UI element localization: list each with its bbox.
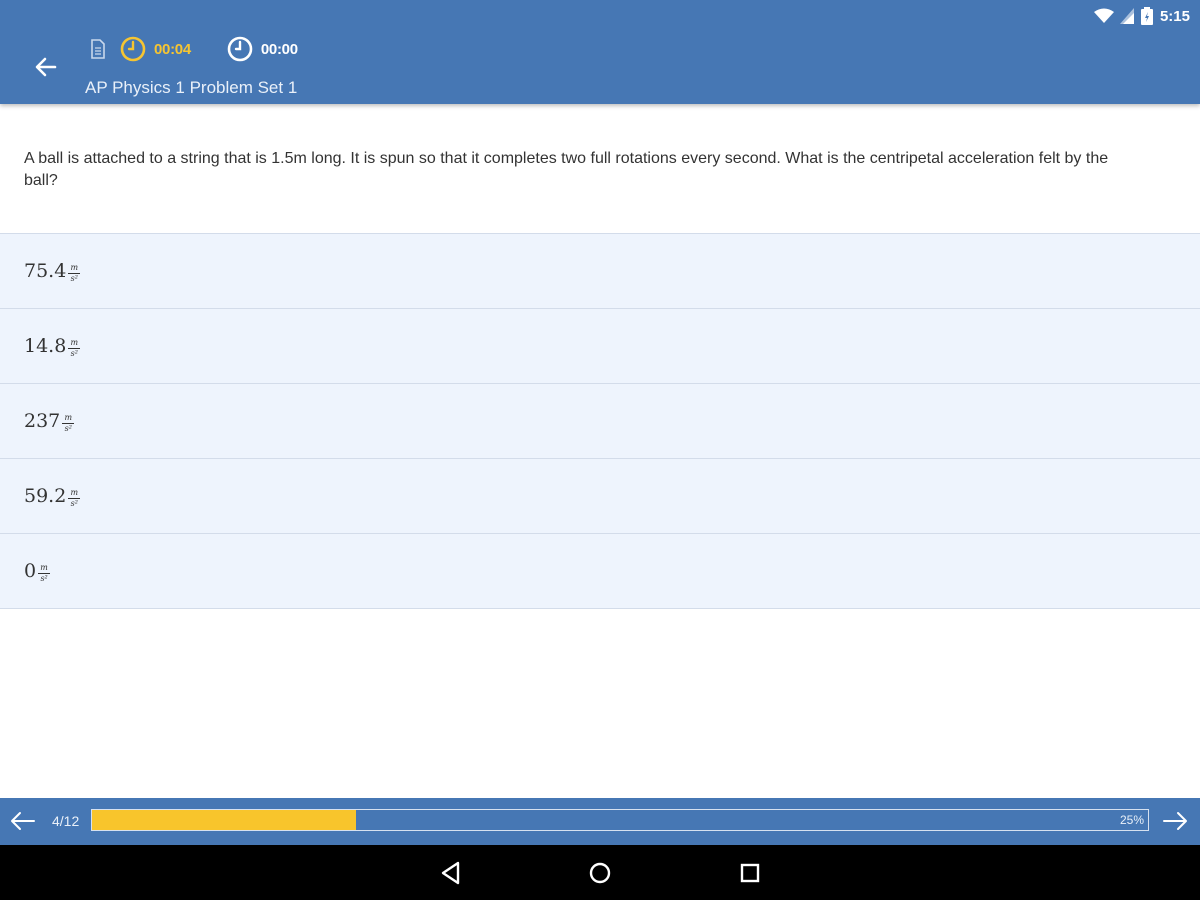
- next-question-button[interactable]: [1160, 808, 1192, 834]
- timer-row: 00:04 00:00: [90, 36, 298, 62]
- unit-numerator: m: [70, 337, 79, 347]
- unit-fraction: m s²: [68, 487, 81, 508]
- unit-numerator: m: [70, 487, 79, 497]
- status-time: 5:15: [1159, 7, 1190, 25]
- nav-back-button[interactable]: [437, 859, 465, 887]
- unit-numerator: m: [64, 412, 73, 422]
- total-timer: 00:00: [227, 36, 298, 62]
- answer-option[interactable]: 0 m s²: [0, 534, 1200, 609]
- answer-value: 75.4: [24, 260, 67, 282]
- unit-denominator: s²: [70, 498, 78, 508]
- progress-footer: 4/12 25%: [0, 798, 1200, 845]
- unit-denominator: s²: [70, 348, 78, 358]
- nav-home-button[interactable]: [586, 859, 614, 887]
- answer-value: 14.8: [24, 335, 67, 357]
- page-title: AP Physics 1 Problem Set 1: [85, 78, 298, 97]
- active-timer-text: 00:04: [154, 40, 191, 58]
- signal-icon: [1119, 8, 1134, 24]
- previous-question-button[interactable]: [8, 808, 40, 834]
- unit-denominator: s²: [64, 423, 72, 433]
- nav-recents-button[interactable]: [736, 859, 764, 887]
- clock-icon: [227, 36, 253, 62]
- document-icon[interactable]: [90, 39, 106, 59]
- unit-denominator: s²: [40, 573, 48, 583]
- unit-fraction: m s²: [68, 262, 81, 283]
- back-button[interactable]: [28, 50, 64, 84]
- battery-icon: [1140, 7, 1153, 25]
- arrow-left-icon: [35, 57, 57, 77]
- answer-value: 237: [24, 410, 61, 432]
- system-nav-bar: [0, 845, 1200, 900]
- total-timer-text: 00:00: [260, 40, 298, 58]
- progress-fill: [92, 810, 356, 830]
- unit-numerator: m: [70, 262, 79, 272]
- answer-option[interactable]: 59.2 m s²: [0, 459, 1200, 534]
- answer-list: 75.4 m s² 14.8 m s² 237 m s² 59.2 m s² 0: [0, 233, 1200, 609]
- wifi-icon: [1093, 8, 1114, 23]
- arrow-left-icon: [11, 812, 35, 830]
- clock-icon: [120, 36, 146, 62]
- unit-numerator: m: [40, 562, 48, 572]
- home-circle-icon: [589, 862, 611, 884]
- question-text: A ball is attached to a string that is 1…: [24, 150, 1109, 189]
- unit-fraction: m s²: [68, 337, 81, 358]
- answer-option[interactable]: 14.8 m s²: [0, 309, 1200, 384]
- arrow-right-icon: [1163, 812, 1187, 830]
- back-triangle-icon: [441, 861, 460, 885]
- answer-value: 59.2: [24, 485, 67, 507]
- question-counter: 4/12: [52, 813, 80, 829]
- unit-fraction: m s²: [62, 412, 75, 433]
- progress-track: 25%: [91, 809, 1149, 831]
- answer-option[interactable]: 75.4 m s²: [0, 234, 1200, 309]
- answer-option[interactable]: 237 m s²: [0, 384, 1200, 459]
- status-bar: 5:15: [1093, 6, 1190, 26]
- unit-denominator: s²: [70, 273, 78, 283]
- active-timer: 00:04: [120, 36, 191, 62]
- progress-percent: 25%: [1119, 813, 1144, 827]
- recents-square-icon: [740, 863, 760, 883]
- unit-fraction: m s²: [38, 562, 51, 583]
- answer-value: 0: [24, 560, 37, 582]
- app-header: 5:15 00:04 00:00 AP Physics 1 Problem Se…: [0, 0, 1200, 104]
